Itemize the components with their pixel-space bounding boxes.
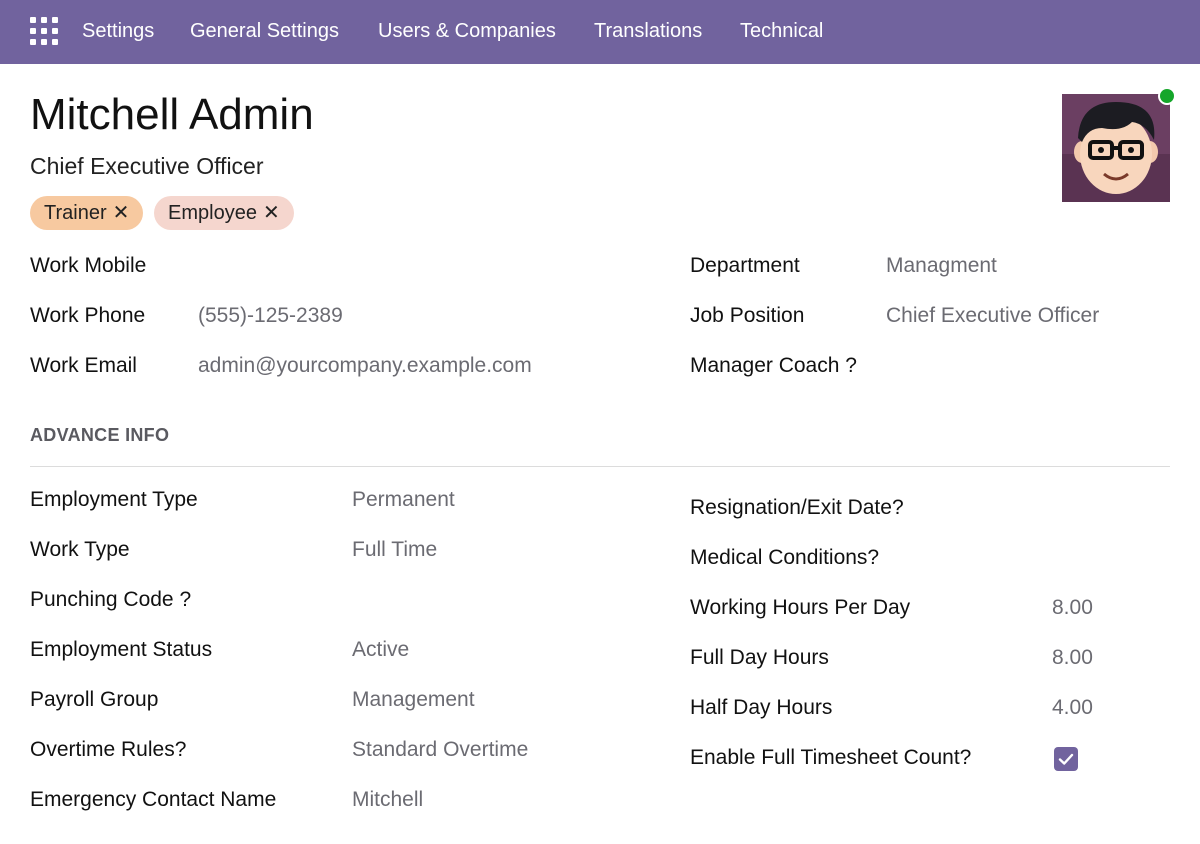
payroll-group-field[interactable]: Management — [352, 686, 475, 714]
job-position-field[interactable]: Chief Executive Officer — [886, 302, 1099, 330]
work-email-label: Work Email — [30, 354, 137, 377]
full-day-hours-label: Full Day Hours — [690, 646, 829, 669]
overtime-rules-label: Overtime Rules? — [30, 738, 187, 761]
employment-status-field[interactable]: Active — [352, 636, 409, 664]
overtime-rules-field[interactable]: Standard Overtime — [352, 736, 528, 764]
manager-coach-label: Manager Coach ? — [690, 354, 857, 377]
work-phone-label: Work Phone — [30, 304, 146, 327]
work-email-field[interactable]: admin@yourcompany.example.com — [198, 352, 532, 380]
full-day-hours-field[interactable]: 8.00 — [1052, 644, 1093, 672]
department-field[interactable]: Managment — [886, 252, 997, 280]
half-day-hours-label: Half Day Hours — [690, 696, 833, 719]
emergency-contact-name-label: Emergency Contact Name — [30, 788, 277, 811]
working-hours-per-day-field[interactable]: 8.00 — [1052, 594, 1093, 622]
apps-menu-icon[interactable] — [30, 17, 58, 45]
medical-conditions-label: Medical Conditions? — [690, 546, 880, 569]
work-type-field[interactable]: Full Time — [352, 536, 437, 564]
remove-tag-icon[interactable]: ✕ — [263, 202, 280, 224]
checkmark-icon — [1058, 753, 1074, 765]
section-divider — [30, 466, 1170, 467]
nav-translations[interactable]: Translations — [594, 18, 702, 44]
work-mobile-label: Work Mobile — [30, 254, 147, 277]
half-day-hours-field[interactable]: 4.00 — [1052, 694, 1093, 722]
employment-status-label: Employment Status — [30, 638, 213, 661]
top-navbar: Settings General Settings Users & Compan… — [0, 0, 1200, 64]
department-label: Department — [690, 254, 800, 277]
enable-full-timesheet-count-checkbox[interactable] — [1054, 747, 1078, 771]
tag-trainer: Trainer ✕ — [30, 196, 144, 230]
job-position-label: Job Position — [690, 304, 805, 327]
emergency-contact-name-field[interactable]: Mitchell — [352, 786, 423, 814]
avatar[interactable] — [1062, 94, 1170, 202]
tag-employee: Employee ✕ — [154, 196, 294, 230]
nav-technical[interactable]: Technical — [740, 18, 823, 44]
tag-label: Trainer — [44, 202, 107, 224]
nav-settings[interactable]: Settings — [82, 18, 154, 44]
enable-full-timesheet-count-label: Enable Full Timesheet Count? — [690, 746, 972, 769]
punching-code-label: Punching Code ? — [30, 588, 192, 611]
employment-type-label: Employment Type — [30, 488, 198, 511]
work-phone-field[interactable]: (555)-125-2389 — [198, 302, 343, 330]
resignation-exit-date-label: Resignation/Exit Date? — [690, 496, 904, 519]
employment-type-field[interactable]: Permanent — [352, 486, 455, 514]
employee-name[interactable]: Mitchell Admin — [30, 88, 314, 142]
advance-info-heading: ADVANCE INFO — [30, 425, 170, 445]
nav-general-settings[interactable]: General Settings — [190, 18, 339, 44]
remove-tag-icon[interactable]: ✕ — [113, 202, 130, 224]
employee-job-title[interactable]: Chief Executive Officer — [30, 151, 264, 181]
avatar-illustration — [1062, 94, 1170, 202]
online-status-indicator — [1158, 87, 1176, 105]
work-type-label: Work Type — [30, 538, 130, 561]
working-hours-per-day-label: Working Hours Per Day — [690, 596, 911, 619]
tag-label: Employee — [168, 202, 257, 224]
nav-users-companies[interactable]: Users & Companies — [378, 18, 556, 44]
payroll-group-label: Payroll Group — [30, 688, 159, 711]
